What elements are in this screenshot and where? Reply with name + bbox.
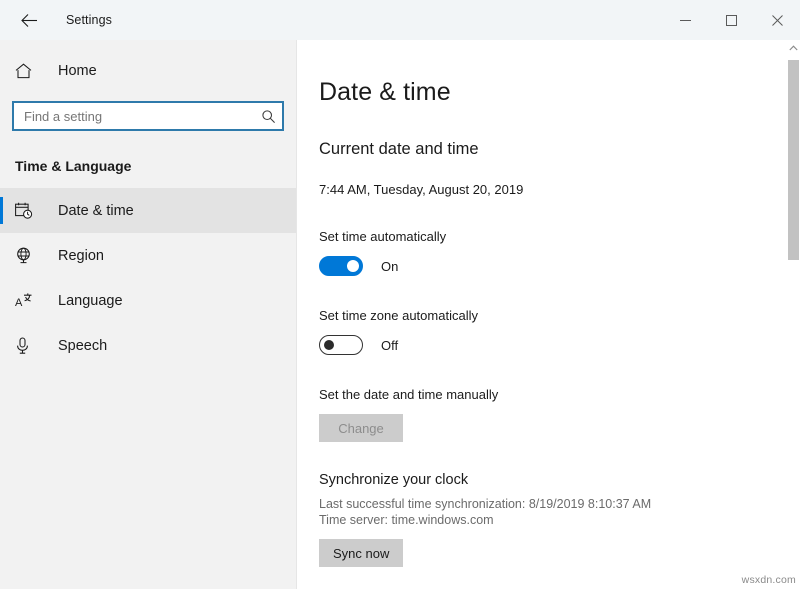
language-icon: A <box>15 292 41 309</box>
sidebar-item-language[interactable]: A Language <box>0 278 296 323</box>
sidebar: Home Time & Language <box>0 40 297 589</box>
title-bar-left: Settings <box>0 0 112 40</box>
minimize-icon <box>679 19 691 21</box>
set-timezone-automatically-label: Set time zone automatically <box>319 308 478 323</box>
toggle-knob <box>324 340 334 350</box>
sidebar-item-language-label: Language <box>58 292 123 309</box>
set-date-time-manually-label: Set the date and time manually <box>319 387 499 402</box>
page-title: Date & time <box>319 78 451 106</box>
current-date-time-heading: Current date and time <box>319 140 479 158</box>
back-button[interactable] <box>14 5 44 35</box>
sidebar-item-home-label: Home <box>58 63 97 79</box>
last-sync-text: Last successful time synchronization: 8/… <box>319 497 652 511</box>
search-input[interactable] <box>24 108 257 124</box>
synchronize-clock-heading: Synchronize your clock <box>319 472 469 488</box>
maximize-button[interactable] <box>708 0 754 40</box>
set-timezone-automatically-toggle[interactable] <box>319 335 363 355</box>
chevron-up-icon <box>789 45 798 51</box>
settings-window: Settings Home Find a setting Time & Lang… <box>0 0 800 589</box>
body: Home Time & Language <box>0 40 800 589</box>
main-panel: Date & time Current date and time 7:44 A… <box>297 40 800 589</box>
window-controls <box>662 0 800 40</box>
scrollbar-thumb[interactable] <box>788 60 799 260</box>
maximize-icon <box>725 14 737 26</box>
set-time-automatically-row: On <box>319 256 800 276</box>
set-timezone-automatically-state: Off <box>381 337 399 353</box>
sidebar-item-region[interactable]: Region <box>0 233 296 278</box>
close-button[interactable] <box>754 0 800 40</box>
sidebar-item-speech[interactable]: Speech <box>0 323 296 368</box>
back-arrow-icon <box>20 13 37 27</box>
set-time-automatically-label: Set time automatically <box>319 229 447 244</box>
current-date-time-value: 7:44 AM, Tuesday, August 20, 2019 <box>319 182 524 197</box>
sidebar-nav-list: Date & time Region A Language Speech <box>0 188 296 368</box>
sidebar-item-home[interactable]: Home <box>0 51 296 91</box>
search-box[interactable] <box>12 101 284 131</box>
svg-text:A: A <box>15 297 23 309</box>
sidebar-item-date-time-label: Date & time <box>58 202 134 219</box>
sidebar-section-title: Time & Language <box>15 158 132 174</box>
title-bar: Settings <box>0 0 800 40</box>
scroll-up-button[interactable] <box>787 40 800 56</box>
sidebar-item-date-time[interactable]: Date & time <box>0 188 296 233</box>
globe-icon <box>15 247 41 264</box>
home-icon <box>15 63 41 79</box>
set-time-automatically-toggle[interactable] <box>319 256 363 276</box>
main-content: Date & time Current date and time 7:44 A… <box>297 40 800 589</box>
sync-now-button[interactable]: Sync now <box>319 539 404 567</box>
vertical-scrollbar[interactable] <box>787 40 800 589</box>
minimize-button[interactable] <box>662 0 708 40</box>
app-title: Settings <box>66 13 112 27</box>
toggle-knob <box>347 260 359 272</box>
microphone-icon <box>15 336 41 355</box>
watermark: wsxdn.com <box>741 574 796 586</box>
sidebar-item-speech-label: Speech <box>58 337 108 354</box>
set-time-automatically-state: On <box>381 258 399 274</box>
close-icon <box>771 14 783 26</box>
set-timezone-automatically-row: Off <box>319 335 800 355</box>
sidebar-item-region-label: Region <box>58 247 104 264</box>
time-server-text: Time server: time.windows.com <box>319 513 494 527</box>
calendar-clock-icon <box>15 202 41 219</box>
search-icon[interactable] <box>257 109 276 124</box>
change-button[interactable]: Change <box>319 414 403 442</box>
